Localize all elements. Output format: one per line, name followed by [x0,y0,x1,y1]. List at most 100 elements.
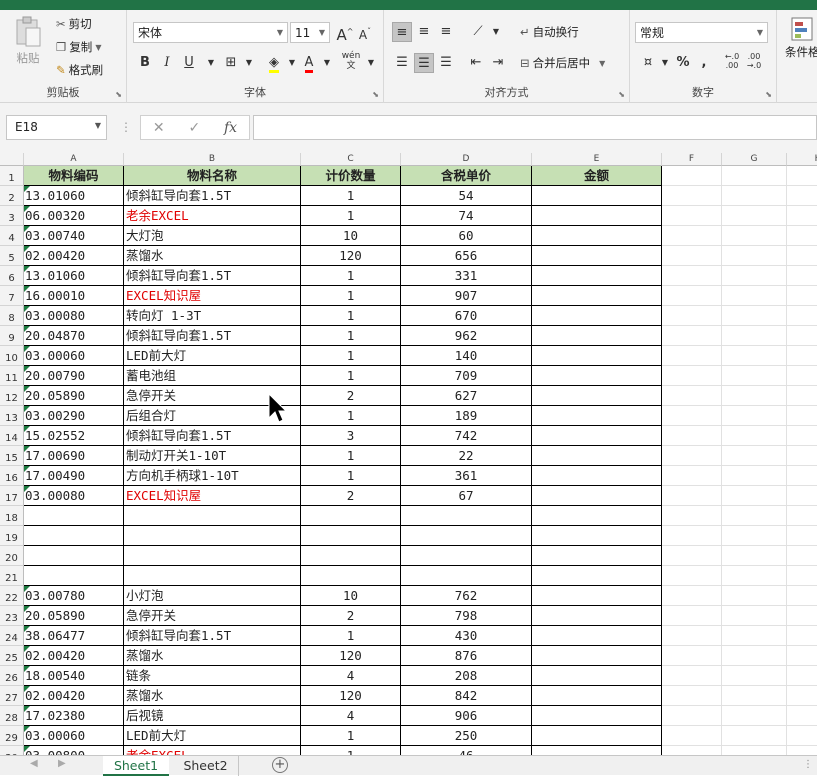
table-cell[interactable] [787,386,817,406]
table-cell[interactable]: 38.06477 [24,626,124,646]
table-cell[interactable] [787,486,817,506]
table-cell[interactable] [662,226,722,246]
row-header[interactable]: 3 [0,206,24,226]
row-header[interactable]: 27 [0,686,24,706]
table-cell[interactable]: 1 [301,466,401,486]
grow-font-button[interactable]: A^ [335,22,355,44]
table-cell[interactable] [662,486,722,506]
row-header[interactable]: 24 [0,626,24,646]
table-cell[interactable]: 倾斜缸导向套1.5T [124,326,301,346]
table-cell[interactable]: 蒸馏水 [124,246,301,266]
column-title-cell[interactable]: 物料编码 [24,166,124,186]
table-cell[interactable]: 250 [401,726,532,746]
row-header[interactable]: 29 [0,726,24,746]
scroll-right-icon[interactable]: ▶ [58,758,66,769]
table-cell[interactable] [722,666,787,686]
table-cell[interactable]: 倾斜缸导向套1.5T [124,426,301,446]
table-cell[interactable] [662,166,722,186]
table-cell[interactable]: 4 [301,666,401,686]
table-cell[interactable] [24,526,124,546]
table-cell[interactable] [532,686,662,706]
table-cell[interactable] [662,366,722,386]
table-cell[interactable] [532,746,662,755]
table-cell[interactable]: 链条 [124,666,301,686]
row-header[interactable]: 13 [0,406,24,426]
table-cell[interactable] [787,366,817,386]
table-cell[interactable] [662,566,722,586]
table-cell[interactable] [662,386,722,406]
chevron-down-icon[interactable]: ▼ [317,53,337,73]
table-cell[interactable] [787,326,817,346]
table-cell[interactable] [532,646,662,666]
table-cell[interactable] [722,426,787,446]
table-cell[interactable] [722,366,787,386]
table-cell[interactable] [722,626,787,646]
row-header[interactable]: 21 [0,566,24,586]
chevron-down-icon[interactable]: ▼ [201,53,221,73]
table-cell[interactable] [722,546,787,566]
row-header[interactable]: 14 [0,426,24,446]
cut-button[interactable]: ✂ 剪切 [56,16,92,32]
table-cell[interactable] [662,506,722,526]
table-cell[interactable]: 13.01060 [24,186,124,206]
table-cell[interactable]: 10 [301,586,401,606]
table-cell[interactable] [722,186,787,206]
table-cell[interactable] [722,446,787,466]
table-cell[interactable]: 1 [301,266,401,286]
shrink-font-button[interactable]: Aˇ [355,22,375,42]
table-cell[interactable] [787,646,817,666]
format-painter-button[interactable]: ✎ 格式刷 [56,62,103,78]
table-cell[interactable] [662,206,722,226]
table-cell[interactable]: 急停开关 [124,606,301,626]
table-cell[interactable] [532,526,662,546]
table-cell[interactable]: 18.00540 [24,666,124,686]
fill-color-button[interactable]: ◈ [264,53,284,73]
table-cell[interactable] [532,506,662,526]
table-cell[interactable]: 17.00690 [24,446,124,466]
table-cell[interactable] [532,306,662,326]
enter-icon[interactable]: ✓ [188,120,200,136]
row-header[interactable]: 4 [0,226,24,246]
table-cell[interactable] [532,266,662,286]
table-cell[interactable]: EXCEL知识屋 [124,486,301,506]
dialog-launcher-icon[interactable]: ⬊ [115,90,122,99]
row-header[interactable]: 8 [0,306,24,326]
row-header[interactable]: 25 [0,646,24,666]
chevron-down-icon[interactable]: ▼ [239,53,259,73]
table-cell[interactable] [722,486,787,506]
row-header[interactable]: 6 [0,266,24,286]
table-cell[interactable] [722,466,787,486]
table-cell[interactable] [722,566,787,586]
table-cell[interactable]: 蒸馏水 [124,646,301,666]
row-header[interactable]: 9 [0,326,24,346]
table-cell[interactable] [662,406,722,426]
table-cell[interactable] [301,546,401,566]
percent-button[interactable]: % [673,53,693,73]
table-cell[interactable] [532,346,662,366]
table-cell[interactable]: 842 [401,686,532,706]
table-cell[interactable] [787,406,817,426]
table-cell[interactable]: 10 [301,226,401,246]
table-cell[interactable]: 03.00780 [24,586,124,606]
table-cell[interactable] [722,226,787,246]
table-cell[interactable] [401,566,532,586]
table-cell[interactable]: 13.01060 [24,266,124,286]
align-left-button[interactable]: ☰ [392,53,412,73]
table-cell[interactable] [662,286,722,306]
table-cell[interactable] [722,206,787,226]
table-cell[interactable] [662,526,722,546]
decrease-indent-button[interactable]: ⇤ [466,53,486,73]
font-color-button[interactable]: A [299,53,319,73]
spreadsheet-grid[interactable]: ABCDEFGH1物料编码物料名称计价数量含税单价金额213.01060倾斜缸导… [0,153,817,755]
more-options-icon[interactable]: ⋮ [120,120,132,134]
tab-sheet1[interactable]: Sheet1 [103,756,169,776]
table-cell[interactable] [662,266,722,286]
table-cell[interactable]: 120 [301,646,401,666]
table-cell[interactable]: 1 [301,206,401,226]
table-cell[interactable]: 06.00320 [24,206,124,226]
table-cell[interactable] [722,526,787,546]
row-header[interactable]: 5 [0,246,24,266]
table-cell[interactable]: 208 [401,666,532,686]
table-cell[interactable] [124,546,301,566]
table-cell[interactable]: 小灯泡 [124,586,301,606]
